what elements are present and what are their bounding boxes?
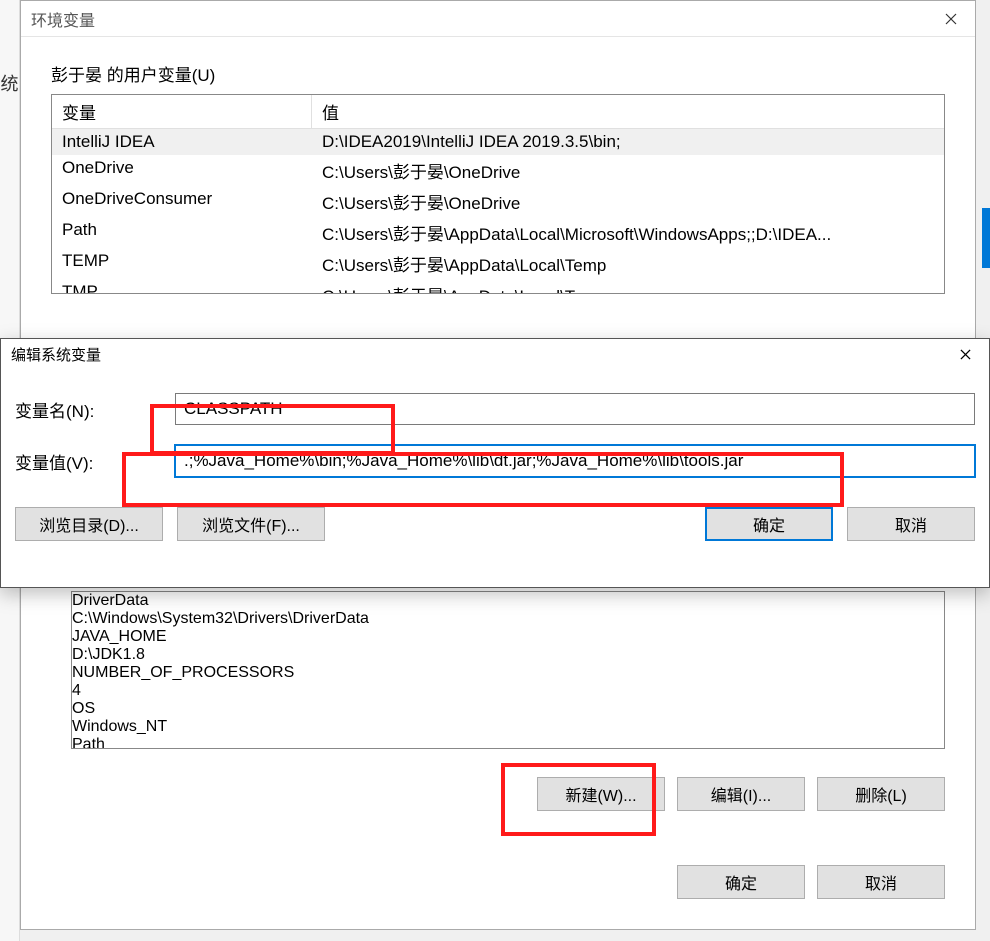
new-button[interactable]: 新建(W)... (537, 777, 665, 811)
cell-var-name: JAVA_HOME (72, 628, 944, 646)
system-vars-table[interactable]: DriverDataC:\Windows\System32\Drivers\Dr… (71, 591, 945, 749)
table-row[interactable]: TMPC:\Users\彭于晏\AppData\Local\Temp (52, 279, 944, 294)
delete-button[interactable]: 删除(L) (817, 777, 945, 811)
cell-var-value: C:\Users\彭于晏\OneDrive (312, 155, 944, 186)
edit-ok-button[interactable]: 确定 (705, 507, 833, 541)
cell-var-value: C:\Windows\System32\Drivers\DriverData (72, 610, 944, 628)
cell-var-name: OneDriveConsumer (52, 186, 312, 217)
table-row[interactable]: OneDriveConsumerC:\Users\彭于晏\OneDrive (52, 186, 944, 217)
var-value-label: 变量值(V): (15, 449, 175, 474)
cell-var-value: Windows_NT (72, 718, 944, 736)
cell-var-name: TEMP (52, 248, 312, 279)
table-header: 变量 值 (52, 95, 944, 129)
user-vars-table[interactable]: 变量 值 IntelliJ IDEAD:\IDEA2019\IntelliJ I… (51, 94, 945, 294)
edit-dialog-title: 编辑系统变量 (11, 344, 101, 365)
edit-system-var-dialog: 编辑系统变量 变量名(N): 变量值(V): 浏览目录(D)... 浏览文件(F… (0, 338, 990, 588)
table-row[interactable]: TEMPC:\Users\彭于晏\AppData\Local\Temp (52, 248, 944, 279)
ok-button[interactable]: 确定 (677, 865, 805, 899)
edit-button[interactable]: 编辑(I)... (677, 777, 805, 811)
table-row[interactable]: DriverDataC:\Windows\System32\Drivers\Dr… (72, 592, 944, 628)
table-row[interactable]: NUMBER_OF_PROCESSORS4 (72, 664, 944, 700)
var-value-row: 变量值(V): (15, 445, 975, 477)
cell-var-name: Path (52, 217, 312, 248)
cell-var-name: NUMBER_OF_PROCESSORS (72, 664, 944, 682)
cell-var-name: IntelliJ IDEA (52, 129, 312, 155)
header-val: 值 (312, 95, 944, 128)
table-row[interactable]: PathC:\Windows\system32;C:\Windows;C:\Wi… (72, 736, 944, 749)
cell-var-value: C:\Users\彭于晏\OneDrive (312, 186, 944, 217)
cell-var-name: Path (72, 736, 944, 749)
var-value-input[interactable] (175, 445, 975, 477)
cell-var-value: D:\JDK1.8 (72, 646, 944, 664)
table-row[interactable]: OSWindows_NT (72, 700, 944, 736)
cell-var-value: D:\IDEA2019\IntelliJ IDEA 2019.3.5\bin; (312, 129, 944, 155)
edit-dialog-buttons: 浏览目录(D)... 浏览文件(F)... 确定 取消 (1, 497, 989, 541)
close-icon[interactable] (927, 1, 975, 37)
cell-var-value: C:\Users\彭于晏\AppData\Local\Microsoft\Win… (312, 217, 944, 248)
table-row[interactable]: PathC:\Users\彭于晏\AppData\Local\Microsoft… (52, 217, 944, 248)
browse-directory-button[interactable]: 浏览目录(D)... (15, 507, 163, 541)
bg-char: 统 (0, 70, 19, 96)
dialog-title: 环境变量 (31, 7, 95, 31)
edit-titlebar[interactable]: 编辑系统变量 (1, 339, 989, 369)
system-vars-button-row: 新建(W)... 编辑(I)... 删除(L) (537, 777, 945, 811)
table-row[interactable]: IntelliJ IDEAD:\IDEA2019\IntelliJ IDEA 2… (52, 129, 944, 155)
user-vars-label: 彭于晏 的用户变量(U) (51, 61, 945, 86)
table-row[interactable]: OneDriveC:\Users\彭于晏\OneDrive (52, 155, 944, 186)
table-row[interactable]: JAVA_HOMED:\JDK1.8 (72, 628, 944, 664)
edit-cancel-button[interactable]: 取消 (847, 507, 975, 541)
cancel-button[interactable]: 取消 (817, 865, 945, 899)
cell-var-value: C:\Users\彭于晏\AppData\Local\Temp (312, 248, 944, 279)
cell-var-name: DriverData (72, 592, 944, 610)
cell-var-name: OS (72, 700, 944, 718)
var-name-row: 变量名(N): (15, 393, 975, 425)
dialog-bottom-buttons: 确定 取消 (677, 865, 945, 899)
titlebar[interactable]: 环境变量 (21, 1, 975, 37)
cell-var-value: 4 (72, 682, 944, 700)
header-var: 变量 (52, 95, 312, 128)
cell-var-name: OneDrive (52, 155, 312, 186)
browse-file-button[interactable]: 浏览文件(F)... (177, 507, 325, 541)
cell-var-name: TMP (52, 279, 312, 294)
user-vars-section: 彭于晏 的用户变量(U) 变量 值 IntelliJ IDEAD:\IDEA20… (21, 37, 975, 304)
background-accent-strip (982, 208, 990, 268)
close-icon[interactable] (941, 339, 989, 369)
var-name-label: 变量名(N): (15, 397, 175, 422)
cell-var-value: C:\Users\彭于晏\AppData\Local\Temp (312, 279, 944, 294)
var-name-input[interactable] (175, 393, 975, 425)
